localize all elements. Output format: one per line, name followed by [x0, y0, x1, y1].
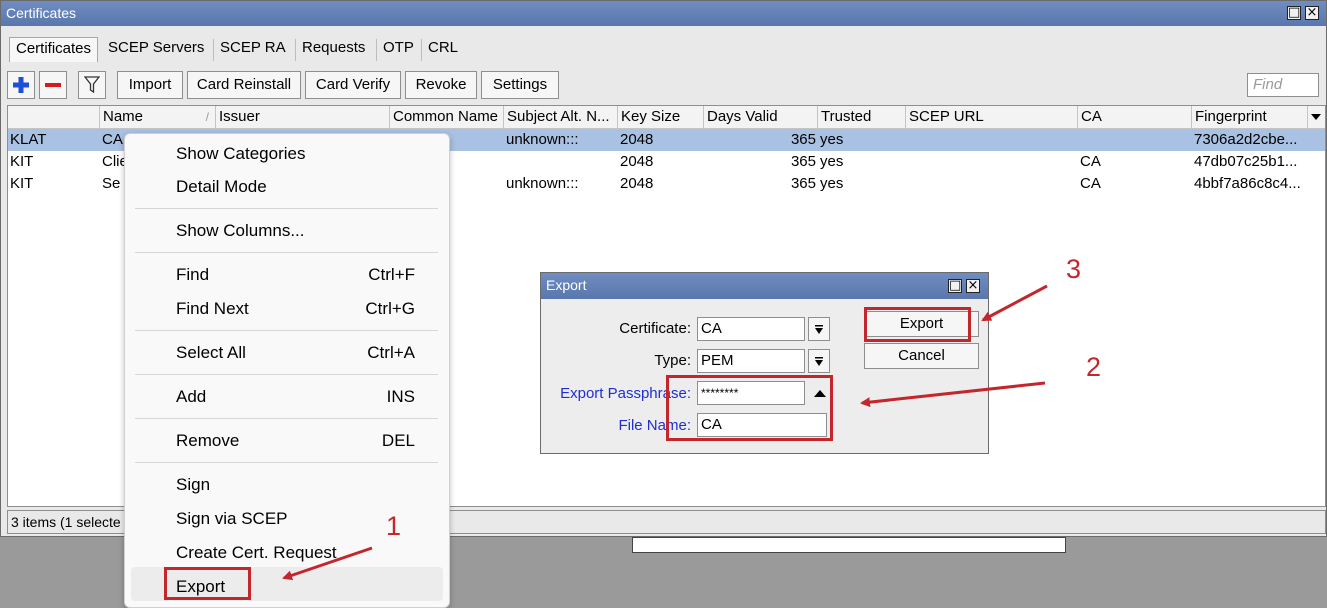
annotation-step-1: 1 — [386, 511, 402, 541]
arrow-step-2 — [860, 381, 1046, 408]
annotation-step-3: 3 — [1066, 254, 1082, 284]
arrow-step-3 — [981, 284, 1048, 322]
annotation-step-2: 2 — [1086, 352, 1102, 382]
annotation-arrows — [282, 284, 1048, 581]
arrow-step-1 — [282, 546, 373, 581]
